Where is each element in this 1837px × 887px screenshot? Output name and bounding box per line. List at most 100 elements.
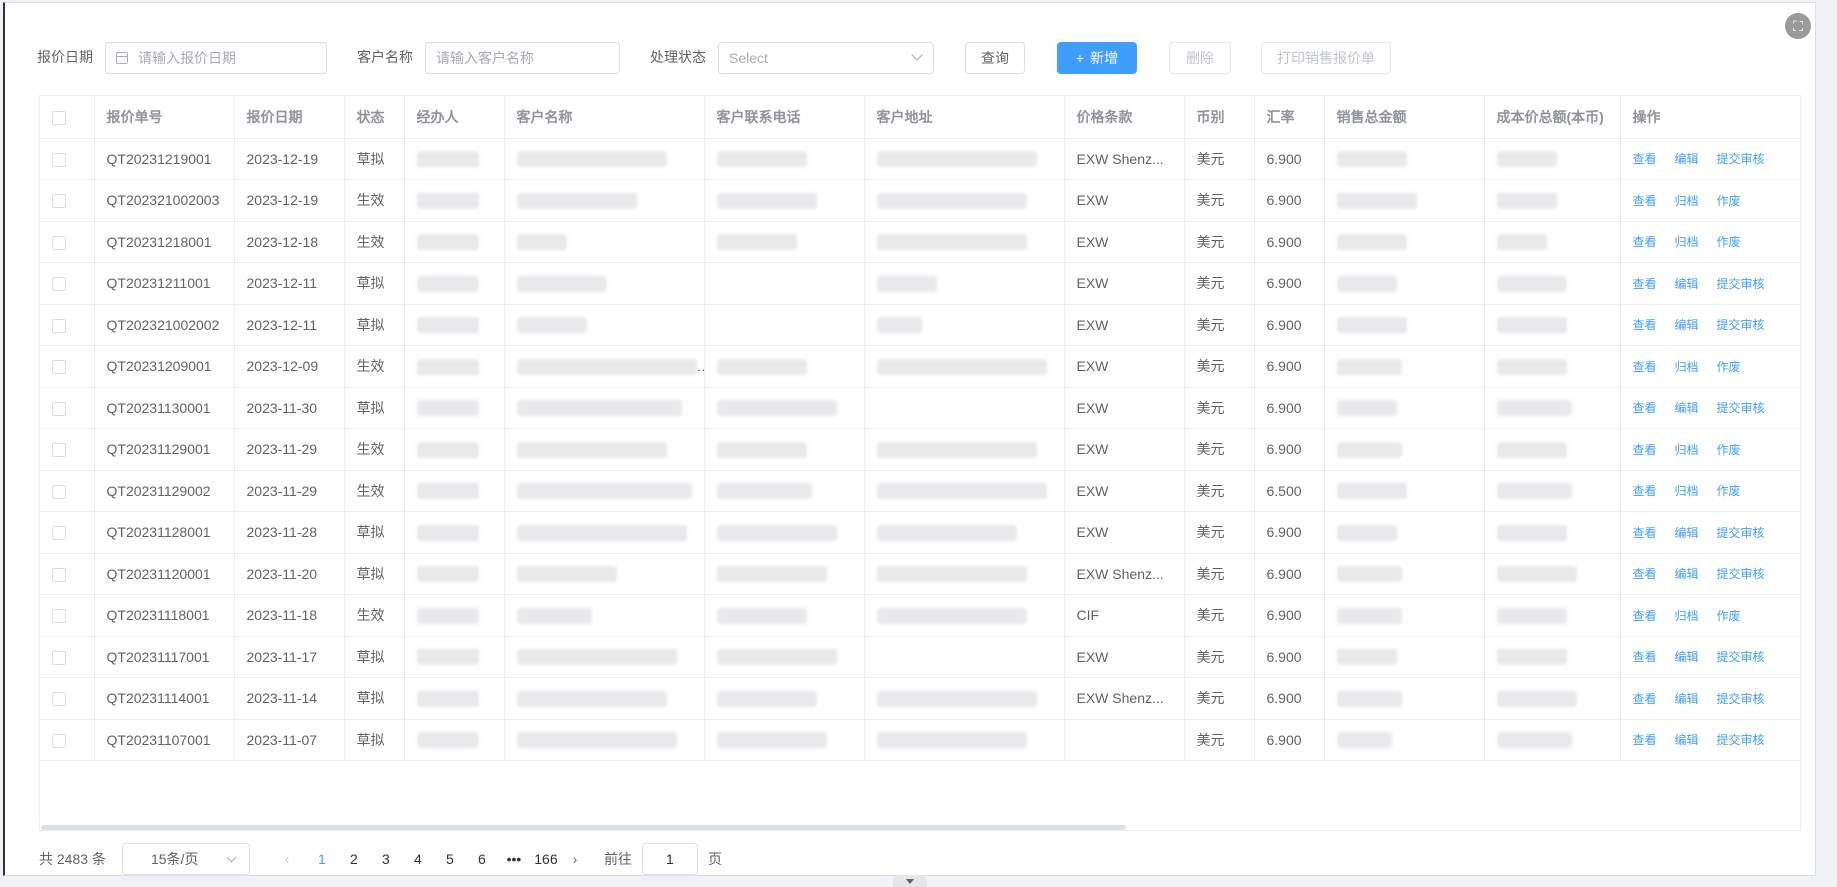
view-link[interactable]: 查看 [1633,692,1657,706]
col-header[interactable]: 成本价总额(本币) [1484,96,1621,139]
action-link[interactable]: 提交审核 [1717,318,1765,332]
view-link[interactable]: 查看 [1633,484,1657,498]
page-number[interactable]: 3 [370,851,402,867]
table-row[interactable]: QT20231218001 2023-12-18 生效 EXW 美元 6.900… [40,221,1800,263]
row-checkbox[interactable] [52,152,66,167]
action-link[interactable]: 提交审核 [1717,277,1765,291]
view-link[interactable]: 查看 [1633,360,1657,374]
col-header[interactable]: 报价日期 [234,96,345,139]
table-row[interactable]: QT20231114001 2023-11-14 草拟 EXW Shenz...… [40,677,1800,720]
view-link[interactable]: 查看 [1633,526,1657,540]
action-link[interactable]: 作废 [1717,194,1741,208]
row-checkbox[interactable] [52,692,66,707]
view-link[interactable]: 查看 [1633,443,1657,457]
action-link[interactable]: 编辑 [1675,277,1699,291]
col-header[interactable]: 客户名称 [504,96,705,139]
action-link[interactable]: 作废 [1717,360,1741,374]
row-checkbox[interactable] [52,235,66,250]
table-row[interactable]: QT20231129001 2023-11-29 生效 EXW 美元 6.900… [40,428,1800,471]
row-checkbox[interactable] [52,277,66,292]
action-link[interactable]: 归档 [1675,443,1699,457]
date-picker-input[interactable]: 请输入报价日期 [105,42,327,74]
table-row[interactable]: QT20231209001 2023-12-09 生效 EXW 美元 6.900… [40,345,1800,388]
action-link[interactable]: 作废 [1717,484,1741,498]
action-link[interactable]: 归档 [1675,360,1699,374]
horizontal-scrollbar[interactable] [41,825,1126,830]
col-header[interactable]: 客户联系电话 [704,96,865,139]
col-header[interactable]: 价格条款 [1064,96,1185,139]
row-checkbox[interactable] [52,733,66,748]
col-header[interactable]: 汇率 [1254,96,1325,139]
action-link[interactable]: 编辑 [1675,401,1699,415]
view-link[interactable]: 查看 [1633,152,1657,166]
action-link[interactable]: 提交审核 [1717,692,1765,706]
table-row[interactable]: QT20231129002 2023-11-29 生效 EXW 美元 6.500… [40,470,1800,512]
action-link[interactable]: 归档 [1675,235,1699,249]
table-row[interactable]: QT20231120001 2023-11-20 草拟 EXW Shenz...… [40,553,1800,595]
table-row[interactable]: QT20231130001 2023-11-30 草拟 EXW 美元 6.900… [40,387,1800,429]
table-row[interactable]: QT20231211001 2023-12-11 草拟 EXW 美元 6.900… [40,262,1800,305]
row-checkbox[interactable] [52,650,66,665]
select-all-checkbox[interactable] [52,110,66,125]
action-link[interactable]: 编辑 [1675,567,1699,581]
action-link[interactable]: 编辑 [1675,526,1699,540]
col-header[interactable]: 报价单号 [94,96,235,139]
page-size-select[interactable]: 15条/页 [121,843,250,875]
table-row[interactable]: QT202321002002 2023-12-11 草拟 EXW 美元 6.90… [40,304,1800,346]
view-link[interactable]: 查看 [1633,277,1657,291]
page-number[interactable]: 1 [306,851,338,867]
action-link[interactable]: 编辑 [1675,692,1699,706]
table-row[interactable]: QT202321002003 2023-12-19 生效 EXW 美元 6.90… [40,179,1800,222]
row-checkbox[interactable] [52,609,66,624]
action-link[interactable]: 提交审核 [1717,567,1765,581]
row-checkbox[interactable] [52,401,66,416]
collapse-toggle-icon[interactable] [893,875,927,887]
page-number[interactable]: 2 [338,851,370,867]
fullscreen-icon[interactable]: ⛶ [1785,13,1811,39]
page-number[interactable]: 4 [402,851,434,867]
action-link[interactable]: 归档 [1675,609,1699,623]
view-link[interactable]: 查看 [1633,567,1657,581]
view-link[interactable]: 查看 [1633,194,1657,208]
prev-page-icon[interactable]: ‹ [280,851,294,867]
page-number[interactable]: 6 [466,851,498,867]
view-link[interactable]: 查看 [1633,235,1657,249]
action-link[interactable]: 编辑 [1675,733,1699,747]
col-header[interactable]: 状态 [344,96,405,139]
view-link[interactable]: 查看 [1633,401,1657,415]
action-link[interactable]: 提交审核 [1717,650,1765,664]
print-quote-button[interactable]: 打印销售报价单 [1261,42,1391,74]
action-link[interactable]: 提交审核 [1717,401,1765,415]
row-checkbox[interactable] [52,443,66,458]
page-last[interactable]: 166 [530,851,562,867]
view-link[interactable]: 查看 [1633,609,1657,623]
row-checkbox[interactable] [52,526,66,541]
customer-name-input[interactable]: 请输入客户名称 [425,42,620,74]
col-header[interactable]: 客户地址 [864,96,1065,139]
col-header[interactable]: 经办人 [404,96,505,139]
col-header[interactable]: 币别 [1184,96,1255,139]
row-checkbox[interactable] [52,318,66,333]
row-checkbox[interactable] [52,567,66,582]
action-link[interactable]: 提交审核 [1717,526,1765,540]
table-row[interactable]: QT20231118001 2023-11-18 生效 CIF 美元 6.900… [40,594,1800,637]
table-row[interactable]: QT20231117001 2023-11-17 草拟 EXW 美元 6.900… [40,636,1800,678]
next-page-icon[interactable]: › [568,851,582,867]
action-link[interactable]: 作废 [1717,443,1741,457]
status-select[interactable]: Select [718,42,934,74]
action-link[interactable]: 提交审核 [1717,152,1765,166]
action-link[interactable]: 编辑 [1675,318,1699,332]
action-link[interactable]: 提交审核 [1717,733,1765,747]
table-row[interactable]: QT20231128001 2023-11-28 草拟 EXW 美元 6.900… [40,511,1800,554]
action-link[interactable]: 作废 [1717,235,1741,249]
row-checkbox[interactable] [52,484,66,499]
action-link[interactable]: 归档 [1675,484,1699,498]
action-link[interactable]: 编辑 [1675,650,1699,664]
add-button[interactable]: + 新增 [1057,42,1137,74]
view-link[interactable]: 查看 [1633,318,1657,332]
table-row[interactable]: QT20231107001 2023-11-07 草拟 美元 6.900 查看 编… [40,719,1800,761]
col-header[interactable]: 销售总金额 [1324,96,1485,139]
table-row[interactable]: QT20231219001 2023-12-19 草拟 EXW Shenz...… [40,138,1800,180]
page-ellipsis[interactable]: ••• [498,851,530,867]
action-link[interactable]: 编辑 [1675,152,1699,166]
